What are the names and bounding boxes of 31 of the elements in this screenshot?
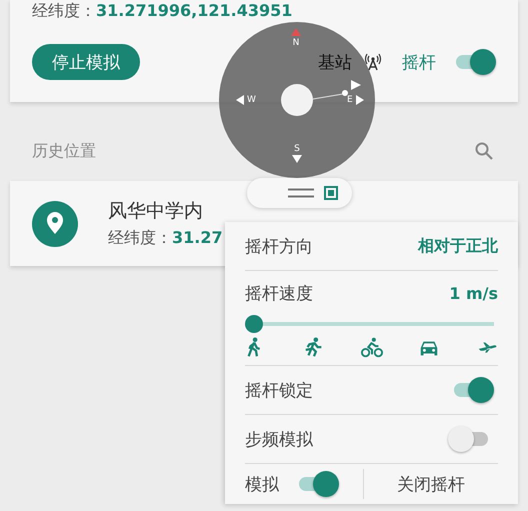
setting-value: 1 m/s	[449, 284, 498, 302]
menu-icon	[288, 188, 314, 198]
joystick-label: 摇杆	[402, 52, 436, 74]
window-icon	[324, 186, 338, 200]
setting-label: 摇杆锁定	[245, 380, 313, 402]
setting-value[interactable]: 相对于正北	[418, 236, 498, 256]
coordinates-text: 经纬度：31.27	[108, 228, 223, 249]
location-pin-icon	[32, 200, 78, 246]
place-name: 风华中学内	[108, 199, 204, 224]
coordinates-text: 经纬度：31.271996,121.43951	[32, 0, 292, 22]
east-label: E	[347, 95, 353, 105]
triangle-icon	[292, 155, 302, 163]
close-joystick-button[interactable]: 关闭摇杆	[364, 472, 498, 496]
setting-label: 模拟	[245, 474, 279, 496]
joystick-knob[interactable]	[281, 84, 313, 116]
north-label: N	[292, 38, 300, 48]
stop-simulation-button[interactable]: 停止模拟	[32, 44, 140, 80]
drag-handle[interactable]	[247, 178, 352, 208]
south-label: S	[294, 144, 300, 154]
triangle-icon	[236, 95, 244, 105]
section-title: 历史位置	[32, 140, 96, 162]
setting-label: 摇杆速度	[245, 282, 313, 304]
setting-label: 摇杆方向	[245, 236, 313, 258]
search-icon	[474, 141, 494, 161]
triangle-icon	[291, 28, 301, 36]
antenna-icon	[364, 53, 382, 71]
base-station-label: 基站	[318, 52, 352, 74]
setting-label: 步频模拟	[245, 428, 313, 450]
west-label: W	[247, 95, 256, 105]
bicycle-icon[interactable]	[360, 337, 382, 359]
pointer-line	[313, 88, 349, 100]
